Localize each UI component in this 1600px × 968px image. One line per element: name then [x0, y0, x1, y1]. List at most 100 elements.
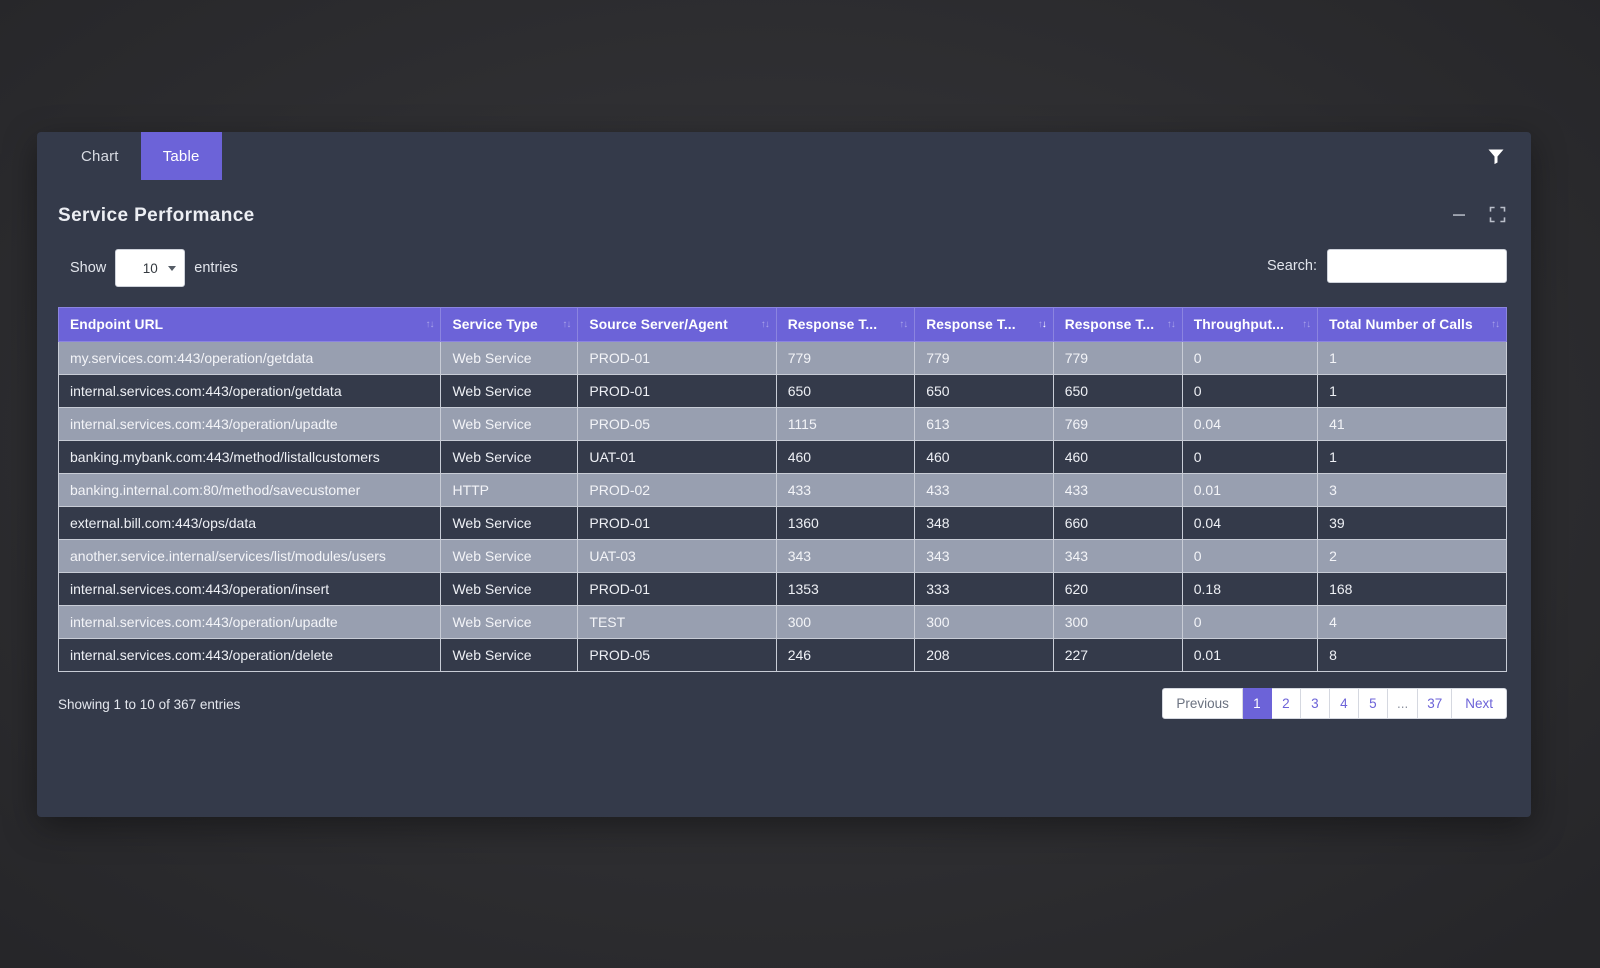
minimize-icon [1451, 207, 1467, 226]
cell-throughput: 0.18 [1181, 572, 1319, 606]
expand-icon [1489, 206, 1506, 226]
sort-icon: ↑↓ [1166, 318, 1176, 330]
service-performance-panel: Chart Table Service Performance Show 10 … [37, 132, 1531, 817]
cell-service-type: Web Service [440, 506, 579, 540]
cell-response-time-min: 343 [914, 539, 1054, 573]
cell-total-number-of-calls: 41 [1317, 407, 1507, 441]
cell-response-time-min: 300 [914, 605, 1054, 639]
cell-source-server-agent: PROD-01 [577, 572, 777, 606]
cell-response-time-avg: 460 [1052, 440, 1183, 474]
pagination: Previous 1 2 3 4 5... 37 Next [1162, 688, 1507, 719]
cell-response-time-max: 779 [775, 341, 916, 375]
cell-total-number-of-calls: 4 [1317, 605, 1507, 639]
cell-service-type: Web Service [440, 638, 579, 672]
filter-icon [1486, 146, 1506, 169]
cell-endpoint-url: internal.services.com:443/operation/getd… [57, 374, 442, 408]
cell-throughput: 0 [1181, 605, 1319, 639]
col-response-time-max[interactable]: Response T... ↑↓ [775, 307, 916, 342]
cell-source-server-agent: UAT-01 [577, 440, 777, 474]
tab-bar: Chart Table [37, 132, 1531, 180]
table-row[interactable]: internal.services.com:443/operation/upad… [57, 605, 1507, 639]
cell-response-time-max: 1115 [775, 407, 916, 441]
table-row[interactable]: my.services.com:443/operation/getdata Web… [57, 341, 1507, 375]
cell-endpoint-url: another.service.internal/services/list/m… [57, 539, 442, 573]
cell-response-time-avg: 300 [1052, 605, 1183, 639]
col-label: Total Number of Calls [1329, 317, 1473, 332]
col-service-type[interactable]: Service Type ↑↓ [440, 307, 579, 342]
cell-source-server-agent: PROD-05 [577, 638, 777, 672]
table-row[interactable]: internal.services.com:443/operation/inse… [57, 572, 1507, 606]
pagination-page-5[interactable]: 5 [1358, 688, 1388, 719]
cell-response-time-min: 460 [914, 440, 1054, 474]
cell-service-type: HTTP [440, 473, 579, 507]
table-row[interactable]: banking.mybank.com:443/method/listallcus… [57, 440, 1507, 474]
table-row[interactable]: external.bill.com:443/ops/data Web Servic… [57, 506, 1507, 540]
col-label: Throughput... [1193, 317, 1284, 332]
search-input[interactable] [1327, 249, 1507, 283]
cell-throughput: 0 [1181, 341, 1319, 375]
cell-service-type: Web Service [440, 407, 579, 441]
cell-service-type: Web Service [440, 341, 579, 375]
cell-throughput: 0.04 [1181, 407, 1319, 441]
cell-throughput: 0.04 [1181, 506, 1319, 540]
cell-throughput: 0.01 [1181, 638, 1319, 672]
pagination-page-37[interactable]: 37 [1418, 688, 1453, 719]
pagination-page-4[interactable]: 4 [1329, 688, 1359, 719]
sort-icon: ↑↓ [1302, 318, 1311, 330]
cell-endpoint-url: banking.mybank.com:443/method/listallcus… [57, 440, 442, 474]
col-total-number-of-calls[interactable]: Total Number of Calls ↑↓ [1317, 307, 1507, 342]
cell-total-number-of-calls: 8 [1317, 638, 1507, 672]
table-row[interactable]: another.service.internal/services/list/m… [57, 539, 1507, 573]
minimize-button[interactable] [1449, 206, 1469, 226]
chevron-down-icon [168, 266, 177, 271]
col-source-server-agent[interactable]: Source Server/Agent ↑↓ [577, 307, 777, 342]
pagination-page-1[interactable]: 1 [1242, 688, 1272, 719]
cell-source-server-agent: PROD-01 [577, 341, 777, 375]
cell-total-number-of-calls: 39 [1317, 506, 1507, 540]
sort-icon: ↑↓ [425, 318, 434, 330]
cell-response-time-max: 246 [775, 638, 916, 672]
tab-chart[interactable]: Chart [59, 132, 141, 180]
search-label: Search: [1267, 258, 1317, 274]
cell-response-time-avg: 343 [1052, 539, 1183, 573]
pagination-next[interactable]: Next [1452, 688, 1507, 719]
table-row[interactable]: internal.services.com:443/operation/getd… [57, 374, 1507, 408]
pagination-prev[interactable]: Previous [1162, 688, 1243, 719]
expand-button[interactable] [1487, 206, 1507, 226]
sort-icon: ↑↓ [1037, 318, 1047, 330]
cell-source-server-agent: TEST [577, 605, 777, 639]
col-throughput[interactable]: Throughput... ↑↓ [1181, 307, 1319, 342]
cell-throughput: 0 [1181, 440, 1319, 474]
col-endpoint-url[interactable]: Endpoint URL ↑↓ [57, 307, 442, 342]
col-response-time-min[interactable]: Response T... ↑↓ [914, 307, 1054, 342]
pagination-page-3[interactable]: 3 [1300, 688, 1330, 719]
table-row[interactable]: internal.services.com:443/operation/upad… [57, 407, 1507, 441]
cell-total-number-of-calls: 2 [1317, 539, 1507, 573]
cell-source-server-agent: UAT-03 [577, 539, 777, 573]
cell-response-time-min: 613 [914, 407, 1054, 441]
pagination-ellipsis[interactable]: ... [1387, 688, 1419, 719]
cell-throughput: 0 [1181, 374, 1319, 408]
sort-icon: ↑↓ [760, 318, 770, 330]
card-actions [1449, 206, 1507, 226]
cell-response-time-avg: 660 [1052, 506, 1183, 540]
cell-endpoint-url: banking.internal.com:80/method/savecusto… [57, 473, 442, 507]
pagination-page-2[interactable]: 2 [1271, 688, 1301, 719]
cell-response-time-avg: 650 [1052, 374, 1183, 408]
sort-icon: ↑↓ [562, 318, 571, 330]
page-length-select[interactable]: 10 [115, 249, 186, 287]
cell-endpoint-url: internal.services.com:443/operation/inse… [57, 572, 442, 606]
col-label: Response T... [926, 317, 1016, 332]
table-row[interactable]: banking.internal.com:80/method/savecusto… [57, 473, 1507, 507]
cell-response-time-max: 1360 [775, 506, 916, 540]
table-row[interactable]: internal.services.com:443/operation/dele… [57, 638, 1507, 672]
col-response-time-avg[interactable]: Response T... ↑↓ [1052, 307, 1183, 342]
cell-endpoint-url: internal.services.com:443/operation/dele… [57, 638, 442, 672]
table-header-row: Endpoint URL ↑↓ Service Type ↑↓ Source S… [57, 307, 1507, 342]
filter-button[interactable] [1479, 142, 1513, 172]
tab-table[interactable]: Table [140, 132, 222, 180]
cell-response-time-min: 433 [914, 473, 1054, 507]
cell-total-number-of-calls: 1 [1317, 374, 1507, 408]
cell-service-type: Web Service [440, 572, 579, 606]
cell-response-time-max: 300 [775, 605, 916, 639]
